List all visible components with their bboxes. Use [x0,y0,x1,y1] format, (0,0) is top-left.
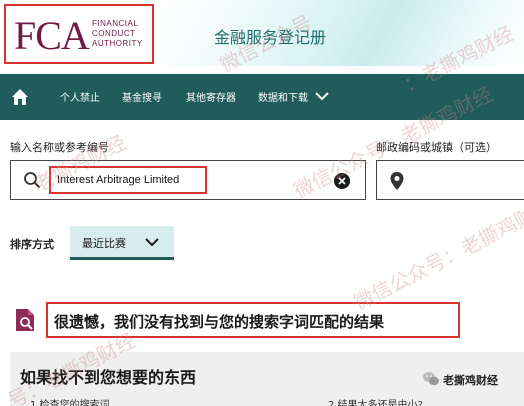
search-value-highlight: Interest Arbitrage Limited [49,166,207,194]
no-results-banner: 很遗憾，我们没有找到与您的搜索字词匹配的结果 [46,302,460,338]
location-input[interactable] [376,160,524,200]
register-title: 金融服务登记册 [214,28,327,47]
home-icon[interactable] [10,87,30,107]
fca-logo[interactable]: FCA FINANCIAL CONDUCT AUTHORITY [4,4,154,64]
sort-select[interactable]: 最近比赛 [70,226,174,260]
no-results-icon [16,309,34,331]
logo-line-conduct: CONDUCT [92,29,136,38]
chevron-down-icon[interactable] [314,89,330,103]
chevron-down-icon [145,238,159,247]
watermark: 微信公众号：老撕鸡财经 [349,193,524,315]
nav-item-individual-prohibitions[interactable]: 个人禁止 [60,89,100,104]
wechat-icon [423,372,439,386]
search-value[interactable]: Interest Arbitrage Limited [57,174,179,186]
logo-line-financial: FINANCIAL [92,19,139,28]
location-pin-icon [390,172,404,190]
logo-letters: FCA [14,13,90,58]
wechat-account-name: 老撕鸡财经 [443,374,498,387]
nav-item-other-registers[interactable]: 其他寄存器 [186,89,236,104]
suggestion-item: 1.检查您的搜索词 [30,400,110,406]
logo-line-authority: AUTHORITY [92,39,143,48]
search-input[interactable]: Interest Arbitrage Limited [10,160,366,200]
sort-label: 排序方式 [10,238,54,251]
suggestion-item: 2.结果大多还是由小? [328,400,423,406]
no-results-message: 很遗憾，我们没有找到与您的搜索字词匹配的结果 [54,313,385,331]
search-name-label: 输入名称或参考编号 [10,141,109,154]
sort-value: 最近比赛 [82,237,126,250]
suggestions-title: 如果找不到您想要的东西 [20,368,197,387]
nav-item-fund-search[interactable]: 基金搜寻 [122,89,162,104]
logo-wordmark: FINANCIAL CONDUCT AUTHORITY [92,19,143,49]
site-header: FCA FINANCIAL CONDUCT AUTHORITY 金融服务登记册 [0,0,524,66]
search-icon [24,172,41,189]
clear-search-icon[interactable] [333,172,351,190]
nav-item-data-downloads[interactable]: 数据和下载 [258,89,308,104]
main-nav: 个人禁止 基金搜寻 其他寄存器 数据和下载 [0,74,524,120]
search-location-label: 邮政编码或城镇（可选） [376,141,497,154]
